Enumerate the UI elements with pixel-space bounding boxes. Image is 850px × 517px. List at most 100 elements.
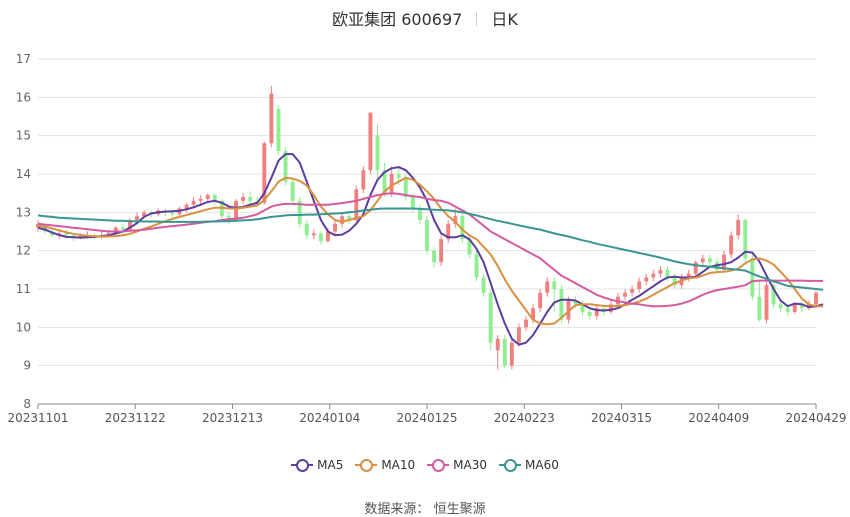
legend-item-ma5[interactable]: MA5 — [291, 458, 343, 472]
legend-marker-icon — [355, 458, 378, 472]
candle-body — [368, 112, 373, 171]
candle-body — [198, 198, 203, 201]
candle-body — [757, 296, 762, 320]
candle-body — [241, 197, 246, 201]
candle-body — [488, 292, 493, 343]
candle-body — [234, 200, 238, 220]
y-axis: 8 9 10 11 12 13 14 15 16 17 — [16, 52, 31, 411]
candle-body — [502, 338, 507, 366]
candle-body — [396, 174, 401, 178]
candle-body — [481, 277, 486, 293]
legend-item-ma10[interactable]: MA10 — [355, 458, 415, 472]
candle-body — [417, 208, 422, 220]
candle-body — [538, 292, 543, 309]
ma60-line — [37, 207, 824, 291]
legend-label: MA10 — [381, 458, 416, 472]
candle-body — [375, 135, 380, 171]
candle-body — [304, 223, 309, 236]
candle-body — [311, 233, 316, 236]
candle-body — [205, 195, 210, 199]
candle-body — [517, 327, 521, 343]
data-source: 数据来源： 恒生聚源 — [0, 498, 850, 517]
candle-body — [474, 254, 479, 278]
y-tick-label: 12 — [16, 244, 31, 258]
y-tick-label: 13 — [16, 205, 31, 219]
y-tick-label: 14 — [16, 167, 31, 181]
candle-body — [785, 308, 790, 312]
candle-body — [736, 220, 741, 236]
candle-body — [559, 289, 564, 320]
legend-marker-icon — [427, 458, 450, 472]
x-tick-label: 20240429 — [785, 411, 846, 425]
chart-legend: MA5 MA10 MA30 MA60 — [0, 458, 850, 475]
candle-body — [410, 197, 415, 209]
x-tick-label: 20240409 — [688, 411, 749, 425]
legend-marker-icon — [499, 458, 522, 472]
candle-body — [524, 319, 528, 328]
candle-body — [637, 281, 642, 289]
candle-body — [276, 108, 281, 151]
x-tick-label: 20231213 — [202, 411, 263, 425]
legend-label: MA30 — [453, 458, 488, 472]
candle-body — [290, 181, 295, 201]
ma5-line — [37, 153, 824, 346]
legend-marker-icon — [291, 458, 314, 472]
legend-item-ma60[interactable]: MA60 — [499, 458, 559, 472]
y-tick-label: 16 — [16, 90, 31, 104]
y-tick-label: 10 — [16, 320, 31, 334]
candle-body — [630, 289, 635, 293]
x-tick-label: 20231122 — [105, 411, 166, 425]
source-label: 数据来源： — [364, 502, 430, 517]
moving-average-lines — [37, 153, 824, 346]
candle-body — [545, 281, 550, 293]
candle-body — [191, 200, 196, 205]
candle-body — [333, 223, 337, 232]
candle-body — [135, 216, 139, 220]
candle-body — [509, 342, 514, 366]
candle-body — [623, 292, 627, 297]
legend-label: MA60 — [525, 458, 559, 472]
candle-body — [248, 197, 253, 201]
candle-body — [707, 258, 712, 263]
candle-body — [318, 233, 323, 242]
candle-body — [269, 93, 274, 144]
source-value: 恒生聚源 — [433, 502, 486, 517]
candle-body — [764, 285, 769, 320]
candle-body — [361, 170, 366, 190]
y-tick-label: 8 — [23, 397, 31, 411]
candle-body — [658, 269, 663, 274]
candle-body — [170, 212, 175, 215]
candle-body — [693, 262, 698, 274]
candle-body — [439, 239, 444, 263]
y-tick-label: 11 — [16, 282, 31, 296]
candle-body — [778, 304, 783, 309]
x-axis: 20231101 20231122 20231213 20240104 20240125… — [7, 404, 847, 425]
x-tick-label: 20231101 — [7, 411, 68, 425]
legend-item-ma30[interactable]: MA30 — [427, 458, 487, 472]
candle-body — [587, 312, 592, 316]
candle-body — [425, 220, 429, 251]
candle-body — [729, 235, 734, 255]
candle-body — [750, 258, 755, 297]
candle-body — [651, 273, 656, 278]
x-tick-label: 20240223 — [494, 411, 555, 425]
candlestick-chart: 891011121314151617 20231101 20231122 20231… — [7, 52, 847, 425]
candle-body — [644, 277, 649, 282]
candle-body — [120, 227, 125, 230]
candle-body — [432, 250, 437, 263]
candle-body — [495, 338, 500, 351]
candle-body — [389, 174, 394, 194]
y-tick-label: 9 — [23, 359, 31, 373]
legend-label: MA5 — [317, 458, 344, 472]
candle-body — [814, 292, 818, 305]
candle-body — [354, 189, 359, 220]
candle-body — [64, 233, 69, 236]
x-tick-label: 20240125 — [396, 411, 457, 425]
x-tick-label: 20240315 — [591, 411, 652, 425]
y-tick-label: 17 — [16, 52, 31, 66]
candle-body — [552, 281, 557, 289]
candle-body — [700, 258, 705, 263]
candle-body — [792, 304, 797, 312]
x-tick-label: 20240104 — [299, 411, 360, 425]
y-tick-label: 15 — [16, 129, 31, 143]
